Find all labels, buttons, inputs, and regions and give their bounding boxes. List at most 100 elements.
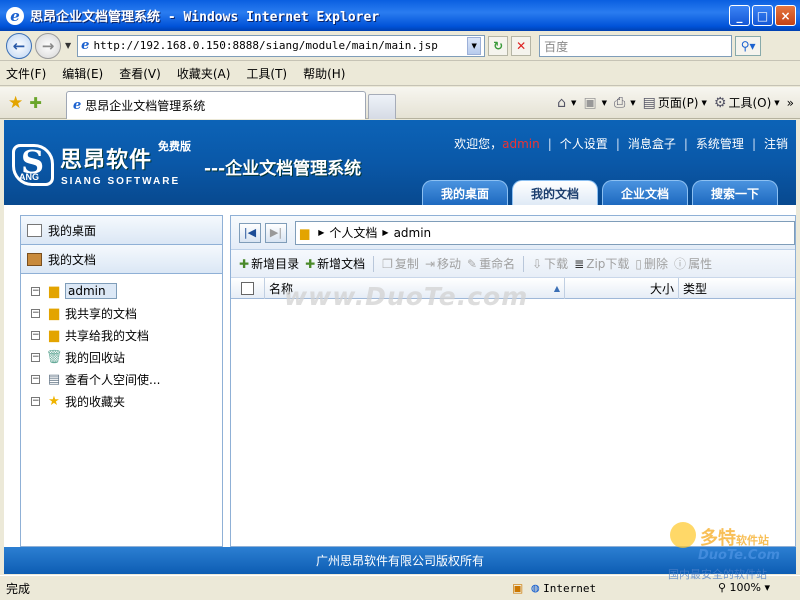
last-page-button[interactable]: ▶| [265,222,287,243]
page-menu[interactable]: ▤ 页面(P) ▼ [643,94,707,111]
tree-item-recycle-bin[interactable]: − 🗑 我的回收站 [21,346,222,368]
forward-button[interactable]: → [35,32,61,59]
tab-my-documents[interactable]: 我的文档 [512,180,598,205]
recycle-bin-icon: 🗑 [45,349,63,365]
tree-item-label[interactable]: 我共享的文档 [65,305,137,322]
search-input[interactable]: 百度 [539,34,733,57]
tab-search[interactable]: 搜索一下 [692,180,778,205]
tree-item-label[interactable]: 我的收藏夹 [65,393,125,410]
select-all-checkbox[interactable] [241,281,254,295]
collapse-icon[interactable]: − [31,286,40,296]
zoom-level[interactable]: ⚲ 100% ▾ [718,581,770,594]
tab-my-desktop[interactable]: 我的桌面 [422,180,508,205]
skip-forward-icon: ▶| [269,226,283,239]
rename-button[interactable]: ✎ 重命名 [467,255,515,272]
link-personal-settings[interactable]: 个人设置 [560,135,608,152]
menu-help[interactable]: 帮助(H) [303,65,345,82]
properties-label: 属性 [688,257,713,271]
new-folder-button[interactable]: ✚ 新增目录 [239,255,299,272]
duote-en-label: DuoTe.Com [698,548,780,563]
chevron-right-icon[interactable]: » [787,96,794,110]
username-link[interactable]: admin [502,137,540,151]
zip-download-label: Zip下载 [586,257,630,271]
tree-item-label[interactable]: 查看个人空间使... [65,371,160,388]
collapse-icon[interactable]: − [31,352,40,362]
protected-mode-icon[interactable]: ▣ [512,581,523,595]
refresh-button[interactable]: ↻ [488,35,509,56]
printer-icon: ⎙ [614,94,626,111]
first-page-button[interactable]: |◀ [239,222,261,243]
url-text[interactable]: http://192.168.0.150:8888/siang/module/m… [93,39,467,52]
link-system-admin[interactable]: 系统管理 [696,135,744,152]
add-favorite-icon[interactable]: ✚ [29,94,42,112]
url-dropdown-icon[interactable]: ▼ [467,36,482,55]
browser-tab-title: 思昂企业文档管理系统 [85,99,206,113]
tree-item-favorites[interactable]: − ★ 我的收藏夹 [21,390,222,412]
globe-icon: ◍ [531,580,540,596]
history-dropdown-icon[interactable]: ▼ [65,41,71,50]
link-logout[interactable]: 注销 [764,135,788,152]
move-button[interactable]: ⇥ 移动 [425,255,461,272]
tree-item-space-usage[interactable]: − ▤ 查看个人空间使... [21,368,222,390]
menu-favorites[interactable]: 收藏夹(A) [177,65,231,82]
collapse-icon[interactable]: − [31,330,40,340]
column-size[interactable]: 大小 [564,277,678,299]
copy-icon: ❐ [382,256,393,271]
stop-button[interactable]: ✕ [511,35,532,56]
document-panel: |◀ ▶| ▆ ▶ 个人文档 ▶ admin ✚ 新增目录 ✚ 新增文档 ❐ 复… [230,215,796,547]
tree-item-label[interactable]: 我的回收站 [65,349,125,366]
collapse-icon[interactable]: − [31,396,40,406]
menu-file[interactable]: 文件(F) [6,65,46,82]
close-button[interactable]: × [775,5,796,26]
zip-download-button[interactable]: ≣ Zip下载 [574,255,629,272]
copy-button[interactable]: ❐ 复制 [382,255,419,272]
collapse-icon[interactable]: − [31,374,40,384]
minimize-button[interactable]: _ [729,5,750,26]
favorites-star-icon[interactable]: ★ [8,93,23,113]
app-header: S ANG 思昂软件 免费版 SIANG SOFTWARE ---企业文档管理系… [4,120,796,205]
collapse-icon[interactable]: − [31,308,40,318]
url-field[interactable]: e http://192.168.0.150:8888/siang/module… [77,34,486,57]
home-button[interactable]: ⌂ ▼ [557,95,576,111]
maximize-button[interactable]: □ [752,5,773,26]
link-message-box[interactable]: 消息盒子 [628,135,676,152]
toolbar-divider [523,255,525,272]
browser-tab-active[interactable]: e 思昂企业文档管理系统 [66,91,366,119]
tree-item-label[interactable]: 共享给我的文档 [65,327,149,344]
tab-enterprise-documents[interactable]: 企业文档 [602,180,688,205]
tree-item-label[interactable]: admin [65,283,117,299]
duote-brand-watermark: 多特软件站 DuoTe.Com 国内最安全的软件站 [668,522,798,582]
properties-button[interactable]: ⓘ 属性 [674,255,712,272]
print-button[interactable]: ⎙ ▼ [614,95,636,111]
download-button[interactable]: ⇩ 下载 [532,255,568,272]
new-tab-button[interactable] [368,94,396,119]
tree-item-shared-to-me[interactable]: − ▆ 共享给我的文档 [21,324,222,346]
shared-folder-icon: ▆ [49,327,59,343]
stop-icon: ✕ [516,38,527,53]
sidebar-header-my-desktop[interactable]: 我的桌面 [21,216,222,245]
page-content: S ANG 思昂软件 免费版 SIANG SOFTWARE ---企业文档管理系… [4,120,796,574]
menu-view[interactable]: 查看(V) [119,65,161,82]
tools-menu[interactable]: ⚙ 工具(O) ▼ [714,94,780,111]
security-zone[interactable]: ◍ Internet [531,581,596,596]
search-button[interactable]: ⚲▾ [735,35,762,56]
system-title: ---企业文档管理系统 [204,159,362,179]
column-type[interactable]: 类型 [678,277,795,299]
shared-folder-icon: ▆ [49,305,59,321]
menu-edit[interactable]: 编辑(E) [62,65,103,82]
breadcrumb-admin[interactable]: admin [394,226,432,240]
menu-tools[interactable]: 工具(T) [246,65,287,82]
tree-item-admin[interactable]: − ▆ admin [21,280,222,302]
delete-button[interactable]: ▯ 删除 [635,255,668,272]
sidebar-header-my-documents[interactable]: 我的文档 [21,245,222,274]
toolbar-divider [373,255,375,272]
zoom-icon: ⚲ [717,581,727,594]
breadcrumb-personal-docs[interactable]: 个人文档 [329,224,377,241]
move-label: 移动 [437,257,462,271]
tree-item-my-shared[interactable]: − ▆ 我共享的文档 [21,302,222,324]
ie-logo-icon: e [6,6,24,25]
feeds-button[interactable]: ▣ ▼ [583,95,607,111]
back-button[interactable]: ← [6,32,32,59]
new-document-button[interactable]: ✚ 新增文档 [305,255,365,272]
duote-watermark: www.DuoTe.com [284,282,529,311]
